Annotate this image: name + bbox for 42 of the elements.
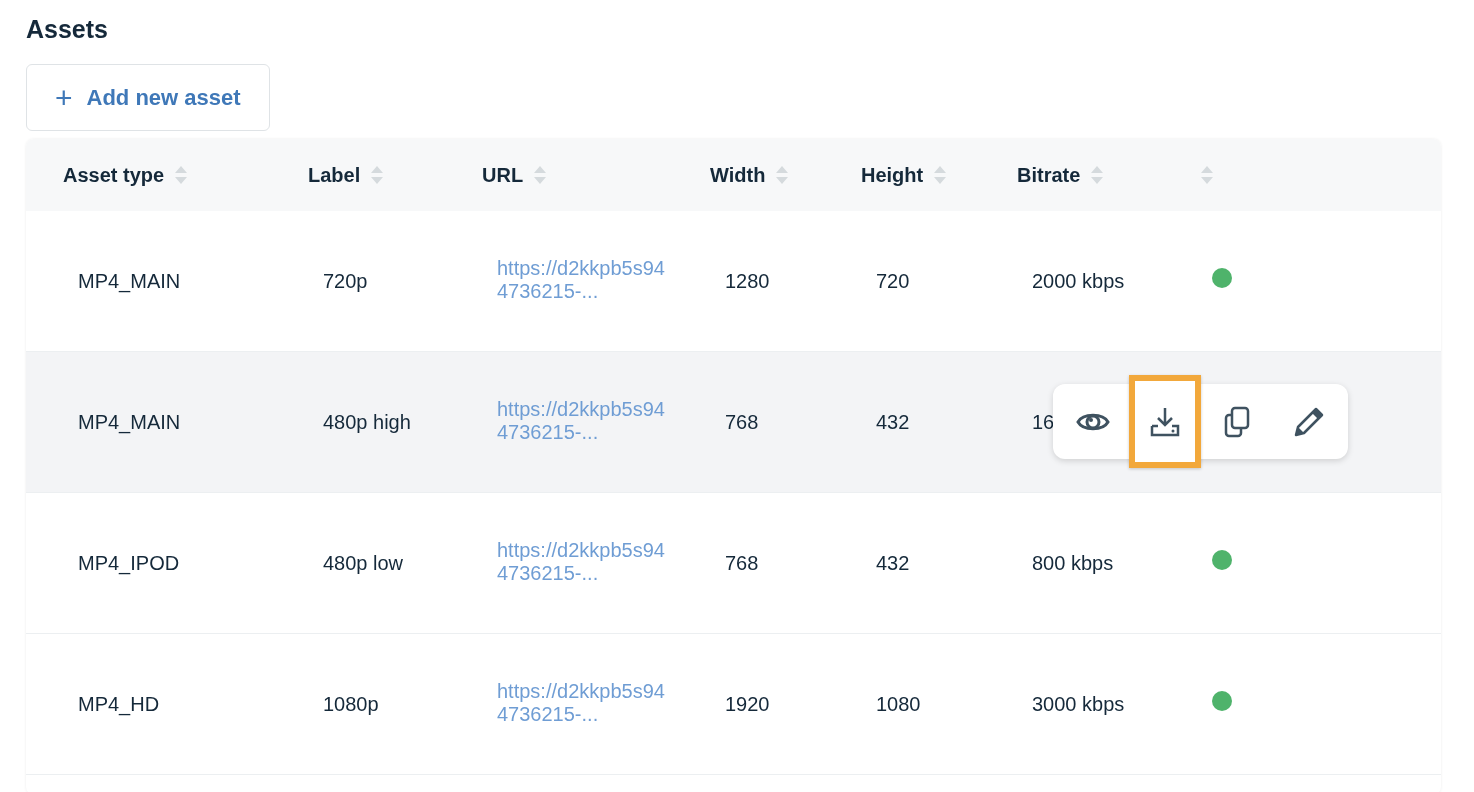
table-cell: 480p low bbox=[323, 552, 404, 574]
sort-icon[interactable] bbox=[1090, 165, 1105, 185]
table-row[interactable]: MP4_MAIN 480p high https://d2kkpb5s94 4736215-... 768 432 16 bbox=[26, 352, 1441, 493]
table-cell: 720p bbox=[323, 270, 368, 292]
column-header[interactable]: Asset type bbox=[63, 160, 165, 190]
table-cell: 800 kbps bbox=[1032, 552, 1114, 574]
table-cell: 1080p bbox=[323, 693, 379, 715]
sort-icon[interactable] bbox=[1200, 165, 1214, 185]
column-header[interactable]: Height bbox=[861, 160, 924, 190]
table-row[interactable]: MP4_IPOD 480p low https://d2kkpb5s94 4736215-... 768 432 800 kbps bbox=[26, 493, 1441, 634]
sort-icon[interactable] bbox=[933, 165, 948, 185]
column-header[interactable]: Label bbox=[308, 160, 361, 190]
table-cell: 16 bbox=[1032, 411, 1055, 433]
column-header[interactable]: Bitrate bbox=[1017, 160, 1081, 190]
download-button[interactable] bbox=[1129, 375, 1201, 468]
pencil-icon bbox=[1294, 406, 1324, 437]
table-cell: 432 bbox=[876, 411, 910, 433]
table-cell: MP4_IPOD bbox=[78, 552, 180, 574]
table-cell: MP4_MAIN bbox=[78, 270, 181, 292]
table-cell: 720 bbox=[876, 270, 910, 292]
sort-icon[interactable] bbox=[174, 165, 189, 185]
table-cell: MP4_HD bbox=[78, 693, 160, 715]
table-cell: 1920 bbox=[725, 693, 770, 715]
table-cell: 2000 kbps bbox=[1032, 270, 1125, 292]
download-icon bbox=[1150, 405, 1180, 438]
table-row[interactable]: MP4_HD 1080p https://d2kkpb5s94 4736215-... 1920 1080 3000 kbps bbox=[26, 634, 1441, 775]
column-header[interactable]: Width bbox=[710, 160, 766, 190]
column-header[interactable]: URL bbox=[482, 160, 524, 190]
sort-icon[interactable] bbox=[370, 165, 385, 185]
page-title: Assets bbox=[26, 14, 109, 44]
table-cell: 480p high bbox=[323, 411, 411, 433]
table-cell: 768 bbox=[725, 552, 759, 574]
copy-icon bbox=[1223, 405, 1251, 438]
table-cell: 768 bbox=[725, 411, 759, 433]
table-cell: 1080 bbox=[876, 693, 921, 715]
table-cell: 432 bbox=[876, 552, 910, 574]
table-cell: 3000 kbps bbox=[1032, 693, 1125, 715]
table-cell: 1280 bbox=[725, 270, 770, 292]
sort-icon[interactable] bbox=[775, 165, 790, 185]
sort-icon[interactable] bbox=[533, 165, 548, 185]
table-cell: MP4_MAIN bbox=[78, 411, 181, 433]
add-asset-button[interactable]: + Add new asset bbox=[26, 64, 270, 131]
